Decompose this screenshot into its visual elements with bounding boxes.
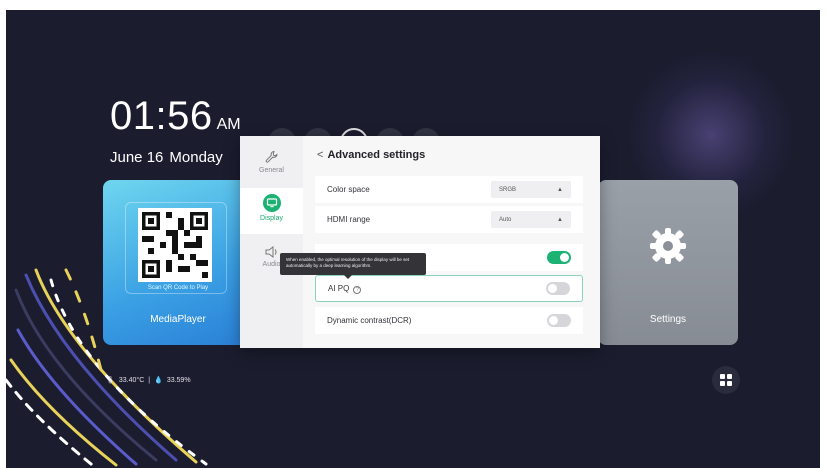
thermometer-icon: 🌡 bbox=[106, 377, 115, 384]
gear-icon bbox=[650, 228, 686, 264]
color-space-label: Color space bbox=[327, 185, 370, 194]
page-title[interactable]: < Advanced settings bbox=[317, 149, 425, 161]
humidity-value: 33.59% bbox=[166, 376, 191, 384]
humidity-icon: 💧 bbox=[154, 377, 163, 384]
color-space-value: SRGB bbox=[499, 186, 517, 193]
nav-display[interactable]: Display bbox=[240, 188, 303, 234]
date-day: June 16 bbox=[110, 149, 164, 166]
clock-time: 01:56 bbox=[110, 94, 213, 138]
ai-pq-toggle[interactable] bbox=[546, 282, 570, 295]
mediaplayer-tile[interactable]: Scan QR Code to Play MediaPlayer bbox=[103, 180, 253, 345]
advanced-settings-content: < Advanced settings Color space SRGB ▲ HD… bbox=[303, 136, 600, 348]
nav-display-label: Display bbox=[260, 215, 283, 222]
advanced-settings-title: Advanced settings bbox=[327, 149, 426, 161]
date: June 16 Monday bbox=[110, 149, 223, 166]
settings-panel: General Display Audio < Advanced settings… bbox=[240, 136, 600, 348]
settings-label: Settings bbox=[649, 314, 687, 325]
temperature-value: 33.40°C bbox=[118, 376, 145, 384]
help-icon[interactable]: ? bbox=[353, 285, 362, 294]
hdmi-range-value: Auto bbox=[499, 216, 512, 223]
back-chevron-icon[interactable]: < bbox=[317, 149, 323, 161]
apps-button[interactable] bbox=[712, 366, 740, 394]
wrench-icon bbox=[265, 150, 278, 163]
hdmi-range-row[interactable]: HDMI range Auto ▲ bbox=[315, 206, 583, 233]
caret-up-icon: ▲ bbox=[557, 216, 563, 223]
nav-general-label: General bbox=[259, 167, 284, 174]
nav-general[interactable]: General bbox=[240, 146, 303, 186]
color-space-row[interactable]: Color space SRGB ▲ bbox=[315, 176, 583, 203]
settings-tile[interactable]: Settings bbox=[598, 180, 738, 345]
apps-grid-icon bbox=[720, 374, 732, 386]
display-icon bbox=[262, 194, 281, 212]
mediaplayer-label: MediaPlayer bbox=[150, 314, 206, 325]
dcr-toggle[interactable] bbox=[547, 314, 571, 327]
color-space-select[interactable]: SRGB ▲ bbox=[491, 181, 571, 198]
divider: | bbox=[148, 376, 151, 384]
dcr-label: Dynamic contrast(DCR) bbox=[327, 316, 412, 325]
toggle-switch-on[interactable] bbox=[547, 251, 571, 264]
ai-pq-row[interactable]: AI PQ? bbox=[315, 275, 583, 302]
nav-audio-label: Audio bbox=[262, 261, 281, 268]
settings-sidenav: General Display Audio bbox=[240, 136, 303, 348]
status-bar: 🌡 33.40°C | 💧 33.59% bbox=[106, 376, 191, 385]
clock: 01:56 AM bbox=[110, 94, 241, 139]
qr-code bbox=[138, 208, 212, 282]
date-weekday: Monday bbox=[169, 149, 223, 166]
ai-pq-label-wrap: AI PQ? bbox=[328, 284, 546, 294]
speaker-icon bbox=[265, 246, 277, 258]
hdmi-range-label: HDMI range bbox=[327, 215, 371, 224]
caret-up-icon: ▲ bbox=[557, 186, 563, 193]
hdmi-range-select[interactable]: Auto ▲ bbox=[491, 211, 571, 228]
ai-pq-tooltip: When enabled, the optimal resolution of … bbox=[280, 253, 426, 279]
dcr-row[interactable]: Dynamic contrast(DCR) bbox=[315, 307, 583, 334]
ai-pq-label: AI PQ bbox=[328, 283, 350, 293]
scan-qr-label: Scan QR Code to Play bbox=[147, 285, 209, 291]
clock-ampm: AM bbox=[216, 116, 241, 133]
